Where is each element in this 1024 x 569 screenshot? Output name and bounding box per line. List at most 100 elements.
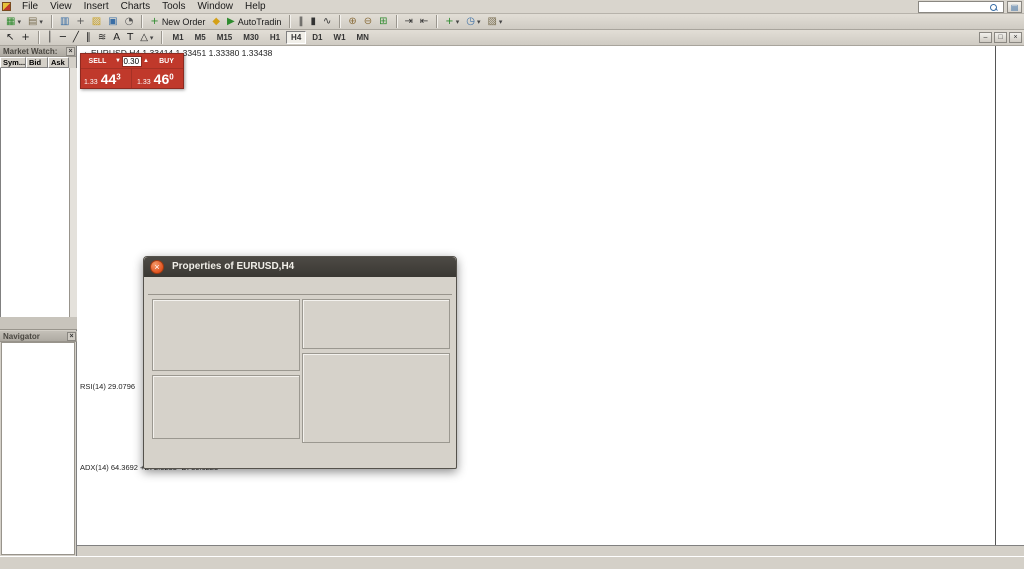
equidistant-channel-button[interactable]: ∥ [83,31,94,45]
indicators-button[interactable]: +▾ [442,15,462,29]
menu-file[interactable]: File [16,0,44,13]
bar-chart-mode-icon: ‖ [298,16,303,28]
dialog-titlebar[interactable]: Properties of EURUSD,H4 [144,257,456,277]
help-button[interactable]: ▤ [1007,1,1022,13]
restore-button[interactable]: □ [994,32,1007,43]
auto-scroll-icon: ⇥ [405,16,413,28]
new-order-button[interactable]: +New Order [147,15,208,29]
profiles-button[interactable]: ▤▾ [25,15,46,29]
data-window-icon: + [76,16,84,28]
horizontal-line-button[interactable]: ─ [57,31,69,45]
market-watch-scrollbar[interactable] [69,68,77,317]
new-chart-button[interactable]: ▦▾ [3,15,24,29]
close-button[interactable]: × [1009,32,1022,43]
timeframe-d1[interactable]: D1 [307,31,327,44]
sell-button[interactable]: SELL [81,54,114,68]
autotrading-icon: ▶ [227,16,235,28]
timeframe-h4[interactable]: H4 [286,31,306,44]
volume-stepper[interactable]: ▼ 0.30 ▲ [114,54,150,68]
chart-window-buttons: –□× [979,32,1022,43]
chart-shift-button[interactable]: ⇤ [417,15,431,29]
market-watch-close-icon[interactable]: × [66,47,75,56]
search-input[interactable] [919,2,989,12]
bar-chart-mode-button[interactable]: ‖ [295,15,306,29]
terminal-icon: ▣ [108,16,117,28]
sell-price-pip: 3 [116,72,120,81]
timeframe-m30[interactable]: M30 [238,31,264,44]
menu-help[interactable]: Help [239,0,272,13]
navigator-body[interactable] [1,342,75,555]
column-header-sym[interactable]: Sym... [0,57,26,68]
buy-price[interactable]: 1.33 460 [132,69,183,88]
menu-charts[interactable]: Charts [115,0,156,13]
search-box[interactable] [918,1,1004,13]
templates-button[interactable]: ▧▾ [484,15,505,29]
terminal-button[interactable]: ▣ [105,15,120,29]
menu-view[interactable]: View [44,0,78,13]
data-window-button[interactable]: + [73,15,87,29]
tile-windows-button[interactable]: ⊞ [376,15,390,29]
trendline-icon: ╱ [73,32,79,44]
column-header-ask[interactable]: Ask [48,57,69,68]
timeframe-m1[interactable]: M1 [167,31,188,44]
toolbar-separator [161,31,163,44]
auto-scroll-button[interactable]: ⇥ [402,15,416,29]
price-axis [995,46,1024,545]
buy-button[interactable]: BUY [150,54,183,68]
chart-options-group [152,299,300,371]
arrows-button[interactable]: △▾ [137,31,156,45]
timeframe-h1[interactable]: H1 [265,31,285,44]
column-header-bid[interactable]: Bid [26,57,48,68]
volume-up-icon[interactable]: ▲ [142,58,150,64]
text-label-button[interactable]: T [124,31,136,45]
menu-window[interactable]: Window [191,0,239,13]
zoom-in-button[interactable]: ⊕ [345,15,359,29]
market-watch-titlebar: Market Watch: 12:13 × [0,46,76,57]
timeframe-mn[interactable]: MN [352,31,374,44]
trendline-button[interactable]: ╱ [70,31,82,45]
metaeditor-button[interactable]: ◆ [209,15,223,29]
timeframe-m15[interactable]: M15 [212,31,238,44]
dialog-close-button[interactable]: × [150,260,164,274]
one-click-trading-widget: SELL ▼ 0.30 ▲ BUY 1.33 443 1.33 460 [80,53,184,89]
strategy-tester-button[interactable]: ◔ [122,15,137,29]
menu-tools[interactable]: Tools [156,0,191,13]
menu-insert[interactable]: Insert [78,0,115,13]
left-panel: Market Watch: 12:13 × Sym...BidAsk Navig… [0,46,77,556]
cursor-button[interactable]: ↖ [3,31,17,45]
dropdown-arrow-icon: ▾ [17,18,21,26]
timeframe-m5[interactable]: M5 [190,31,211,44]
sell-price[interactable]: 1.33 443 [81,69,132,88]
line-chart-mode-button[interactable]: ∿ [320,15,334,29]
new-order-icon: + [150,16,158,28]
dropdown-arrow-icon: ▾ [477,18,481,26]
navigator-close-icon[interactable]: × [67,332,76,341]
market-watch-icon: ▥ [60,16,69,28]
fibonacci-button[interactable]: ≋ [95,31,109,45]
periods-button[interactable]: ◷▾ [463,15,483,29]
dropdown-arrow-icon: ▾ [39,18,43,26]
tile-windows-icon: ⊞ [379,16,387,28]
toolbar-separator [289,15,291,28]
show-options-group [302,353,450,443]
cursor-icon: ↖ [6,32,14,44]
autotrading-button[interactable]: ▶AutoTradin [224,15,284,29]
timeframe-w1[interactable]: W1 [329,31,351,44]
app-icon [2,2,11,11]
candlestick-mode-button[interactable]: ▮ [307,15,319,29]
text-label-icon: T [127,32,133,44]
volume-value[interactable]: 0.30 [122,56,142,67]
adx-pane[interactable] [77,461,995,545]
market-watch-button[interactable]: ▥ [57,15,72,29]
navigator-title: Navigator [3,332,40,341]
properties-dialog: Properties of EURUSD,H4 × [143,256,457,469]
volume-down-icon[interactable]: ▼ [114,58,122,64]
text-button[interactable]: A [110,31,123,45]
zoom-out-button[interactable]: ⊖ [361,15,375,29]
vertical-line-icon: │ [47,32,53,44]
minimize-button[interactable]: – [979,32,992,43]
vertical-line-button[interactable]: │ [44,31,56,45]
chart-type-group [302,299,450,349]
navigator-button[interactable]: ▨ [89,15,104,29]
crosshair-button[interactable]: + [18,31,32,45]
